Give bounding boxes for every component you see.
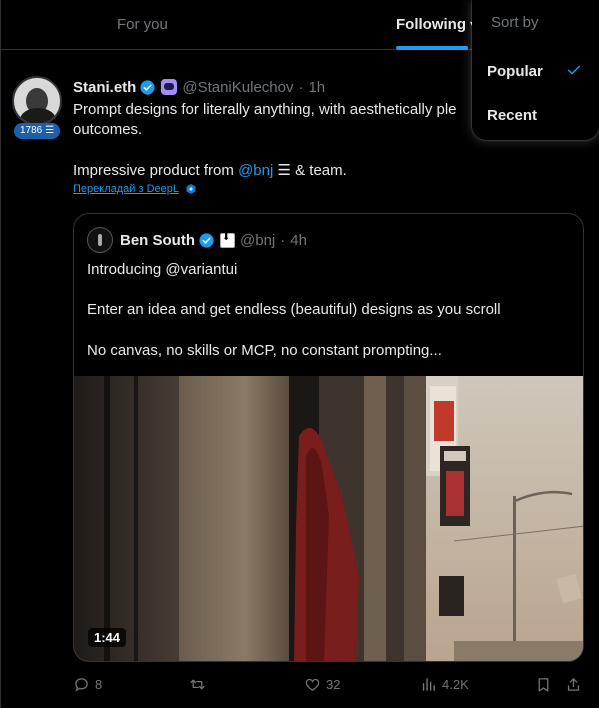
token-badge: 1786 ☰	[14, 123, 61, 139]
views-icon	[422, 678, 435, 691]
tab-following-label: Following	[396, 15, 466, 33]
video-duration: 1:44	[88, 628, 127, 647]
like-count: 32	[326, 677, 341, 692]
author-handle[interactable]: @StaniKulechov	[182, 79, 293, 96]
retweet-icon	[190, 679, 205, 690]
token-badge-count: 1786	[20, 125, 43, 136]
reply-button[interactable]: 8	[73, 676, 102, 693]
views-button[interactable]: 4.2K	[420, 676, 469, 693]
share-button[interactable]	[565, 676, 582, 693]
active-tab-indicator	[396, 46, 468, 50]
translate-link[interactable]: Перекладай з DeepL	[73, 183, 197, 195]
bookmark-icon	[538, 678, 549, 692]
verified-icon	[140, 79, 155, 95]
sort-option-recent[interactable]: Recent	[487, 107, 537, 124]
quote-author-handle[interactable]: @bnj	[240, 232, 275, 249]
post-time[interactable]: 1h	[308, 79, 325, 96]
affiliate-icon[interactable]	[220, 232, 235, 248]
views-count: 4.2K	[442, 677, 469, 692]
like-button[interactable]: 32	[304, 676, 340, 693]
quote-header: Ben South @bnj · 4h	[120, 232, 307, 249]
tab-for-you-label: For you	[117, 15, 168, 33]
post-text-suffix: & team.	[290, 162, 347, 179]
video-frame	[74, 376, 583, 661]
post-actions: 8 32 4.2K	[73, 676, 589, 696]
post-text-line2: Impressive product from @bnj ☰ & team.	[73, 161, 473, 181]
quote-author-name[interactable]: Ben South	[120, 232, 195, 249]
quote-text-line3: No canvas, no skills or MCP, no constant…	[87, 342, 442, 359]
quoted-post[interactable]: Ben South @bnj · 4h Introducing @variant…	[73, 213, 584, 662]
tab-for-you[interactable]: For you	[117, 0, 168, 48]
mention-icon: ☰	[273, 162, 291, 179]
video-player[interactable]: 1:44	[74, 376, 583, 661]
bookmark-button[interactable]	[535, 676, 552, 693]
post-text-line1: Prompt designs for literally anything, w…	[73, 101, 457, 118]
post-text-prefix: Impressive product from	[73, 162, 239, 179]
sort-option-popular[interactable]: Popular	[487, 63, 543, 80]
like-icon	[305, 678, 320, 691]
sort-menu: Sort by Popular Recent	[472, 0, 599, 140]
quote-text-line1: Introducing @variantui	[87, 261, 238, 278]
reply-icon	[75, 678, 88, 692]
quote-time[interactable]: 4h	[290, 232, 307, 249]
mention-link[interactable]: @bnj	[238, 162, 273, 179]
column-border	[0, 50, 1, 708]
separator-dot: ·	[280, 232, 286, 249]
quote-text-line2: Enter an idea and get endless (beautiful…	[87, 301, 501, 318]
check-icon	[567, 65, 581, 75]
token-icon: ☰	[45, 125, 55, 136]
sort-menu-title: Sort by	[491, 14, 539, 31]
post-text-line1b: outcomes.	[73, 121, 143, 138]
author-name[interactable]: Stani.eth	[73, 79, 136, 96]
verified-icon	[199, 233, 214, 248]
deepl-icon	[186, 184, 196, 194]
separator-dot: ·	[298, 78, 304, 96]
share-icon	[567, 678, 580, 691]
quote-avatar[interactable]	[87, 227, 113, 253]
tab-following[interactable]: Following ▾	[396, 0, 475, 48]
affiliate-icon[interactable]	[161, 79, 178, 95]
post-header: Stani.eth @StaniKulechov · 1h	[73, 77, 325, 97]
retweet-button[interactable]	[189, 676, 206, 693]
reply-count: 8	[95, 677, 103, 692]
avatar[interactable]	[12, 76, 62, 126]
translate-label: Перекладай з DeepL	[73, 183, 179, 195]
